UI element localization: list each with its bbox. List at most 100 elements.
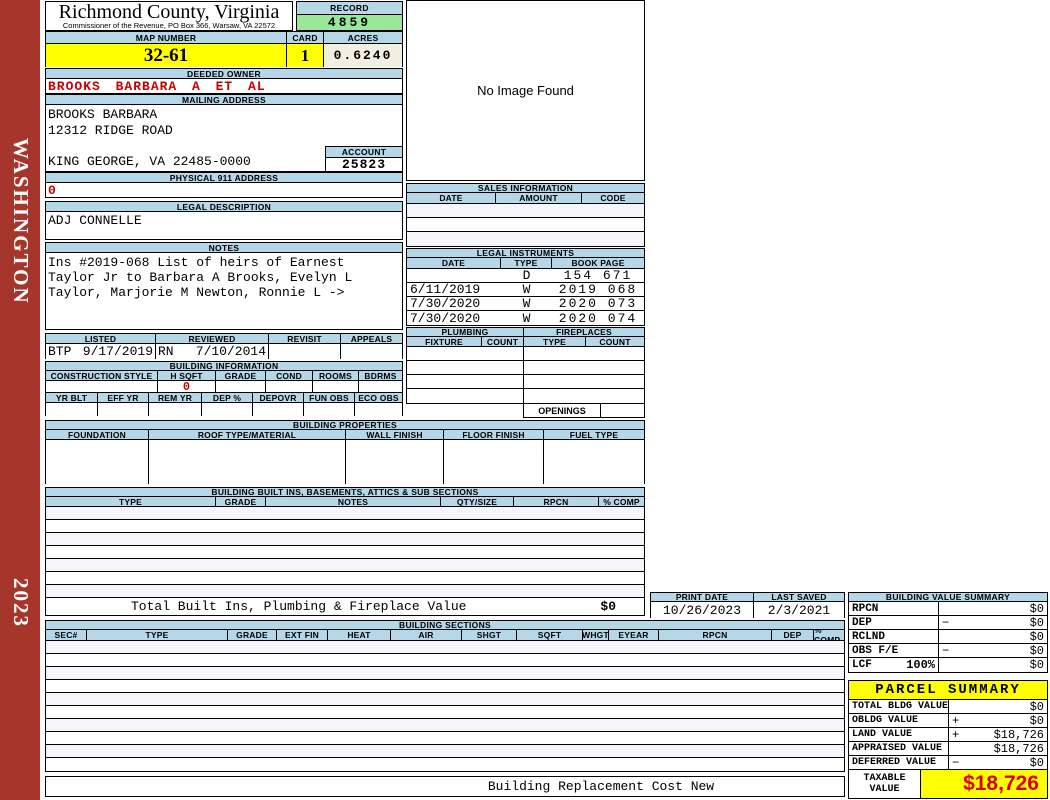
listed-by: BTP [48,344,72,359]
sidebar-county-label: WASHINGTON [9,138,33,305]
legal-instruments: LEGAL INSTRUMENTS DATE TYPE BOOK PAGE D … [406,248,645,326]
appeals-label: APPEALS [341,334,402,343]
bvs-label: RPCN [849,602,939,615]
col-header: QTY/SIZE [441,497,514,506]
acres-label: ACRES [324,32,402,43]
fun-obs-value [304,403,355,416]
instrument-row: D 154 671 [407,268,644,283]
property-record-card: WASHINGTON 2023 Richmond County, Virgini… [0,0,1050,800]
empty-row [46,719,844,732]
col-header: ROOMS [313,371,359,380]
parcel-value: $0 [1029,700,1044,713]
bvs-value-cell: $0 [939,658,1047,672]
col-header: FUEL TYPE [544,430,644,439]
bvs-pct: 100% [906,658,935,672]
deeded-owner-label: DEEDED OWNER [45,68,403,79]
empty-row [46,507,644,520]
last-saved-value: 2/3/2021 [767,602,831,618]
h-sqft-value: 0 [158,381,216,392]
county-header: Richmond County, Virginia Commissioner o… [45,1,293,31]
print-saved: PRINT DATE LAST SAVED 10/26/2023 2/3/202… [650,592,845,618]
parcel-value-cell: + $0 [949,714,1047,727]
empty-row [46,745,844,758]
openings-label: OPENINGS [524,404,601,417]
parcel-value-cell: − $0 [949,756,1047,769]
col-header: EXT FIN [277,630,328,640]
taxable-label: TAXABLE VALUE [849,770,921,798]
col-header: DATE [407,193,496,203]
map-number-label: MAP NUMBER [46,32,287,43]
col-header: REM YR [149,393,202,402]
col-header: DEP % [202,393,253,402]
notes-box: Ins #2019-068 List of heirs of Earnest T… [45,253,403,330]
instrument-date: 7/30/2020 [410,296,481,311]
parcel-value: $18,726 [993,728,1044,741]
col-header: FUN OBS [304,393,355,402]
plumbing-fireplaces: PLUMBING FIREPLACES FIXTURE COUNT TYPE C… [406,327,645,418]
col-header: FIXTURE [407,337,482,346]
notes-line: Taylor Jr to Barbara A Brooks, Evelyn L [48,270,353,285]
acres-value: 0.6240 [324,44,402,67]
building-replacement-row: Building Replacement Cost New [45,776,845,797]
instrument-bookpage: 154 671 [563,268,633,283]
parcel-value-cell: + $18,726 [949,728,1047,741]
record-box: RECORD 4859 [296,1,403,31]
floor-finish-value [444,440,544,484]
mailing-line: 12312 RIDGE ROAD [48,122,173,138]
col-header: DEPOVR [253,393,304,402]
col-header: SQFT [517,630,583,640]
parcel-value: $0 [1029,756,1044,769]
col-header: WHGT [583,630,609,640]
physical-address-label: PHYSICAL 911 ADDRESS [45,172,403,183]
empty-row [46,680,844,693]
col-header: CONSTRUCTION STYLE [46,371,158,380]
notes-line: Ins #2019-068 List of heirs of Earnest [48,255,345,270]
card-value: 1 [287,44,324,67]
col-header: DEP [772,630,814,640]
empty-row [46,706,844,719]
col-header: HEAT [328,630,391,640]
bvs-value-cell: − $0 [939,616,1047,629]
col-header: EYEAR [609,630,659,640]
print-date-label: PRINT DATE [651,593,754,601]
sales-information: SALES INFORMATION DATE AMOUNT CODE [406,183,645,247]
parcel-row: OBLDG VALUE + $0 [849,714,1047,728]
empty-row [46,667,844,680]
reviewed-by: RN [158,344,174,359]
bvs-value: $0 [1029,658,1044,672]
empty-row [407,361,644,375]
parcel-summary: PARCEL SUMMARY TOTAL BLDG VALUE $0 OBLDG… [848,680,1048,799]
instrument-date [407,269,501,282]
col-header: TYPE [46,497,216,506]
building-value-summary: BUILDING VALUE SUMMARY RPCN $0 DEP − $0 … [848,592,1048,673]
last-saved-label: LAST SAVED [754,593,844,601]
instrument-row: 7/30/2020 W 2020 073 [407,296,644,311]
instrument-date: 6/11/2019 [410,282,481,297]
listed-value: BTP 9/17/2019 [46,344,156,359]
instrument-type: W [522,296,531,311]
built-ins-total-value: $0 [600,599,616,614]
bvs-row: LCF 100% $0 [849,658,1047,672]
foundation-value [46,440,149,484]
col-header: TYPE [524,337,586,346]
col-header: NOTES [266,497,441,506]
empty-row [407,232,644,246]
empty-row [46,758,844,771]
col-header: EFF YR [98,393,149,402]
bvs-value: $0 [1029,616,1044,629]
col-header: RPCN [659,630,772,640]
reviewed-value: RN 7/10/2014 [156,344,269,359]
col-header: DATE [407,258,501,268]
map-card-acres: MAP NUMBER CARD ACRES 32-61 1 0.6240 [45,31,403,67]
bvs-label: LCF [852,659,872,671]
parcel-value: $18,726 [993,742,1044,755]
legal-description-label: LEGAL DESCRIPTION [45,201,403,212]
empty-row [46,732,844,745]
col-header: WALL FINISH [346,430,444,439]
empty-row [407,204,644,218]
bvs-row: RPCN $0 [849,602,1047,616]
yr-blt-value [46,403,98,416]
col-header: COND [266,371,313,380]
taxable-value: $18,726 [921,770,1047,798]
taxable-label-text: TAXABLE VALUE [863,773,906,795]
